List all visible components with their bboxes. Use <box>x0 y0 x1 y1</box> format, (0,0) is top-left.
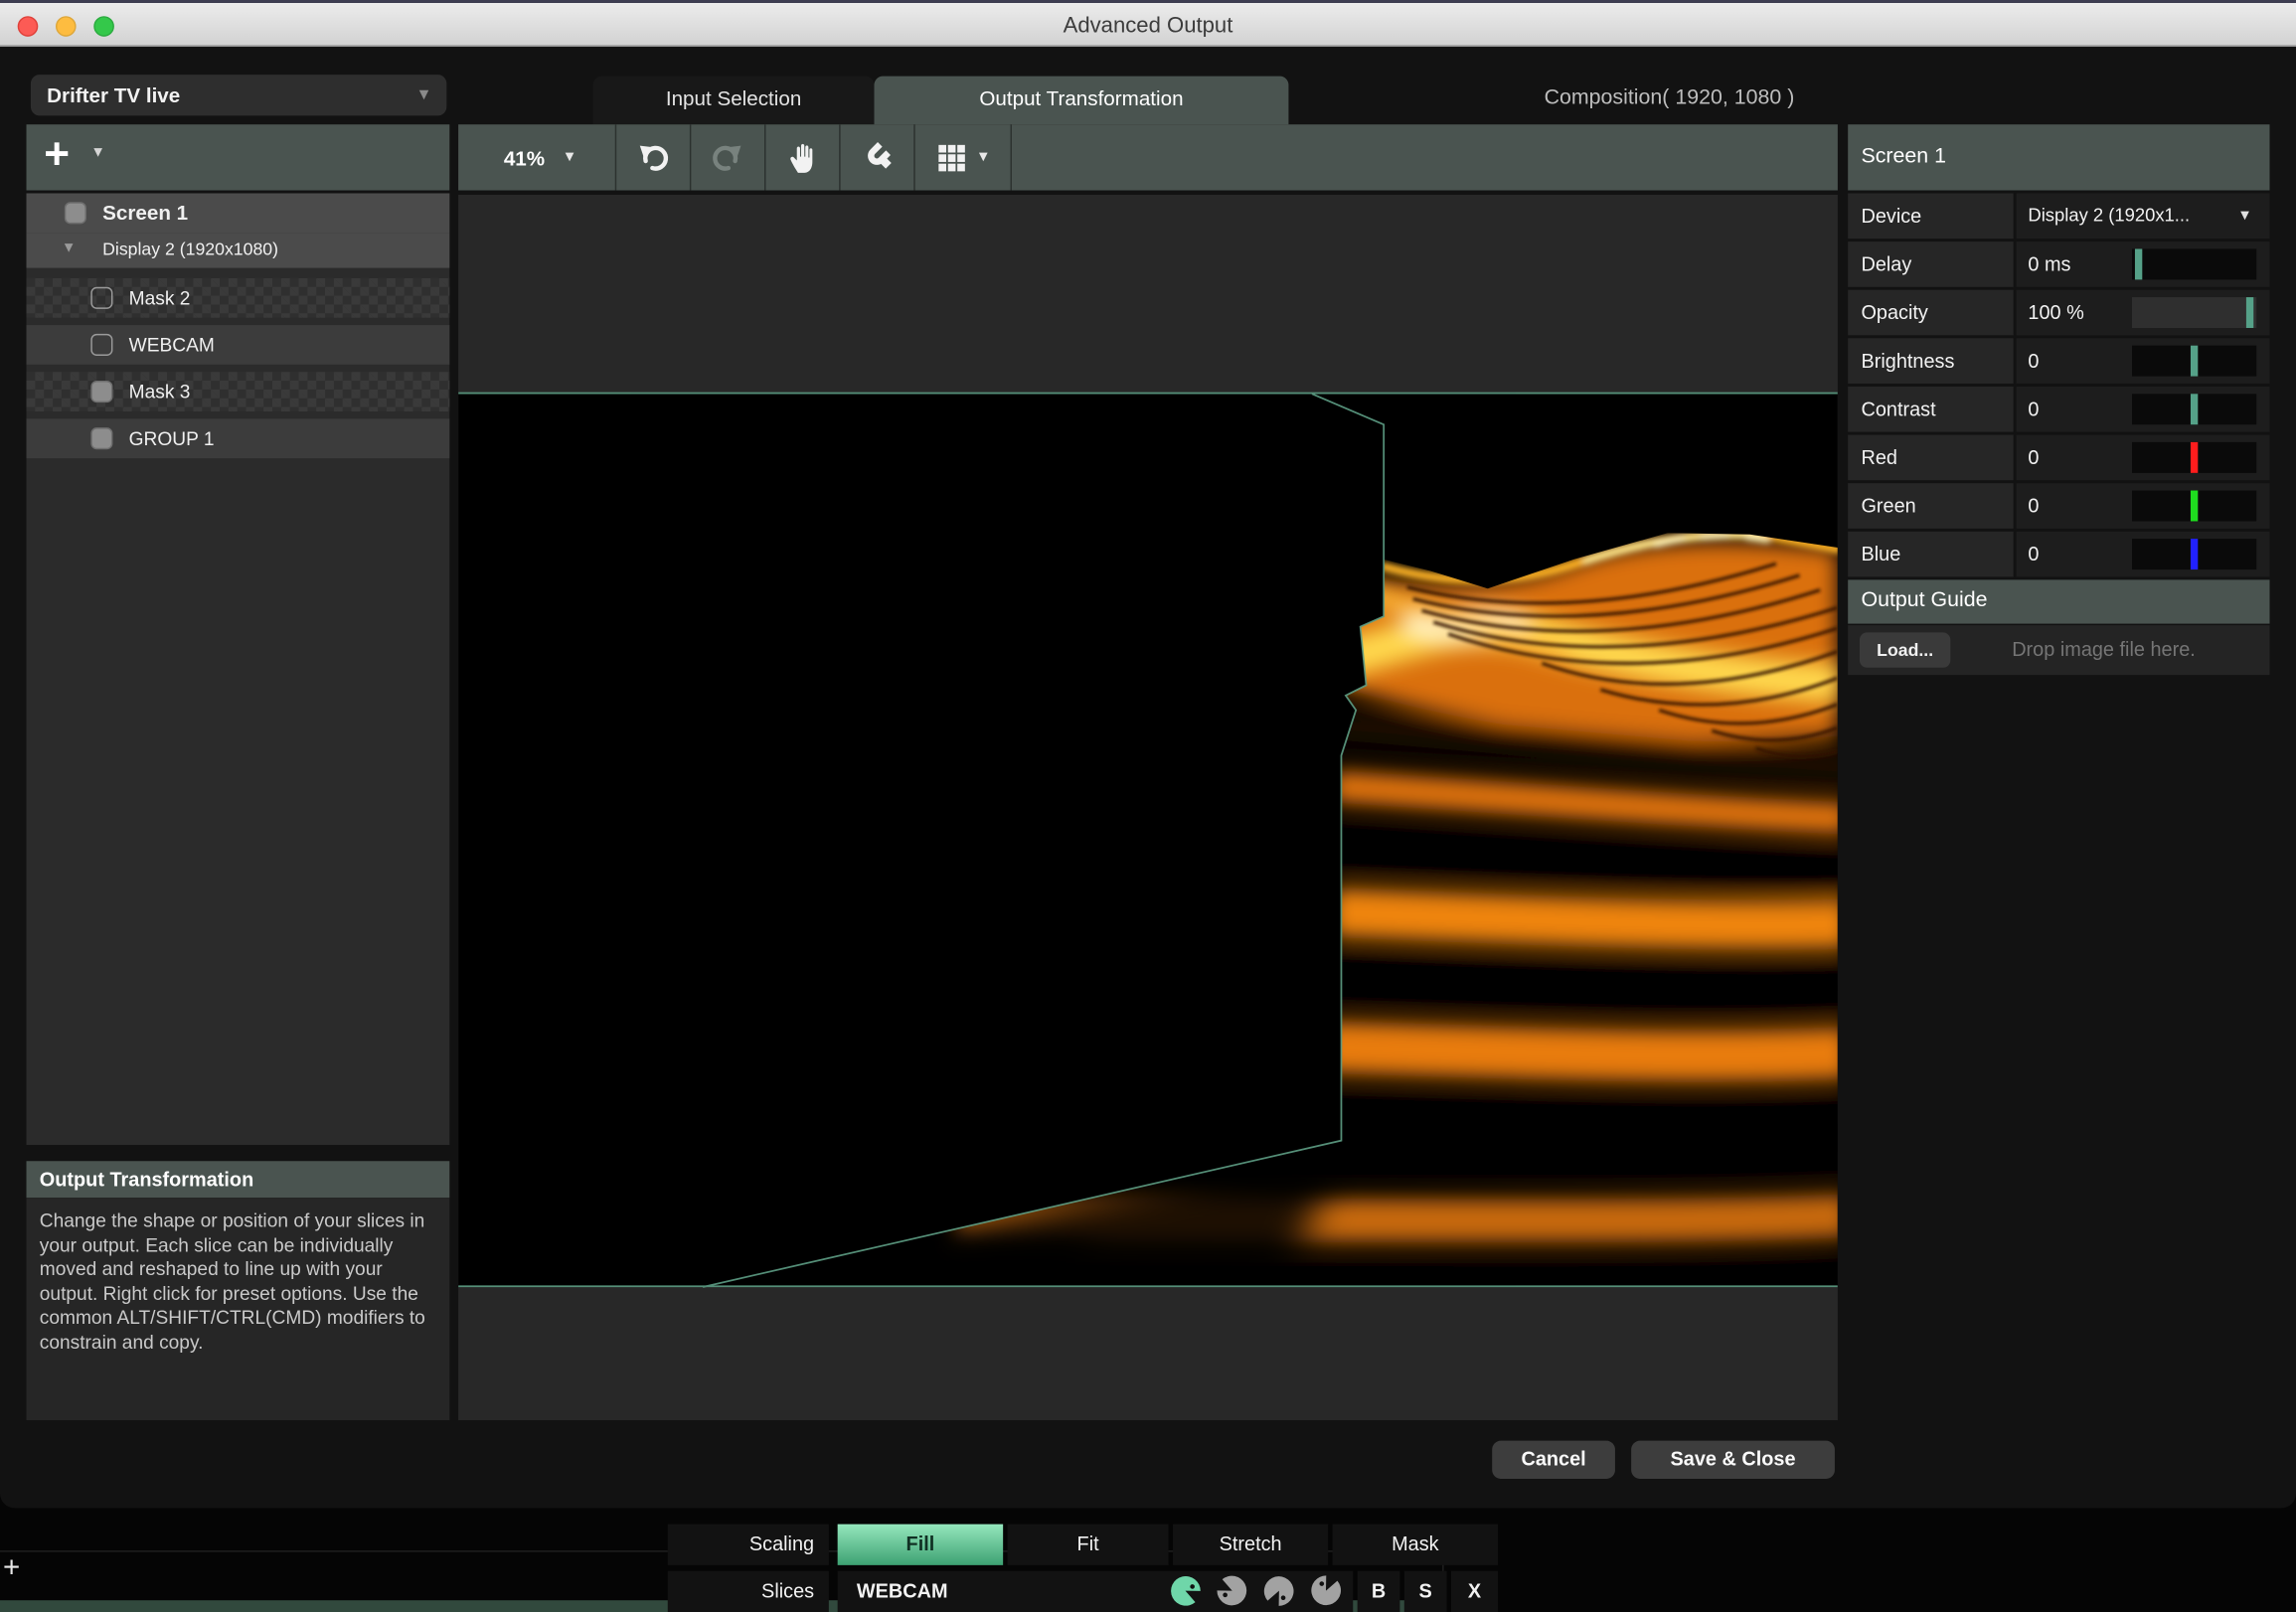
screen: Advanced Output Drifter TV live Input Se… <box>0 0 2296 1612</box>
property-row-contrast: Contrast 0 <box>1848 387 2269 432</box>
advanced-output-dialog: Drifter TV live Input Selection Output T… <box>0 47 2296 1508</box>
preset-dropdown-value: Drifter TV live <box>47 83 180 107</box>
tree-item-mask-2[interactable]: Mask 2 <box>27 278 450 318</box>
add-button[interactable]: + <box>44 130 70 180</box>
tree-item-webcam[interactable]: WEBCAM <box>27 325 450 365</box>
pan-hand-icon <box>786 140 818 175</box>
green-slider[interactable] <box>2132 491 2256 522</box>
property-row-device: Device Display 2 (1920x1... <box>1848 193 2269 239</box>
load-button[interactable]: Load... <box>1860 632 1950 667</box>
slice-name-cell[interactable]: WEBCAM <box>838 1571 1354 1612</box>
scaling-option-fill[interactable]: Fill <box>838 1525 1003 1565</box>
chevron-down-icon <box>976 149 991 165</box>
opacity-slider[interactable] <box>2132 297 2256 328</box>
solo-button[interactable]: S <box>1404 1571 1447 1612</box>
orientation-pacman-left-icon[interactable] <box>1212 1570 1252 1611</box>
checkbox-mask-2[interactable] <box>90 287 112 309</box>
slice-list-toolbar: + <box>27 124 450 190</box>
undo-icon <box>635 140 670 175</box>
chevron-down-icon <box>2237 193 2252 239</box>
tab-output-transformation[interactable]: Output Transformation <box>875 77 1289 125</box>
orientation-pacman-right-icon[interactable] <box>1165 1570 1206 1611</box>
property-row-opacity: Opacity 100 % <box>1848 290 2269 336</box>
scaling-option-stretch[interactable]: Stretch <box>1173 1525 1328 1565</box>
snap-tool-button[interactable] <box>841 124 915 190</box>
slider-handle[interactable] <box>2246 297 2253 328</box>
tree-item-screen-1[interactable]: Screen 1 <box>27 193 450 233</box>
help-panel-body: Change the shape or position of your sli… <box>27 1198 450 1420</box>
property-row-brightness: Brightness 0 <box>1848 338 2269 384</box>
bypass-button[interactable]: B <box>1358 1571 1400 1612</box>
slider-handle[interactable] <box>2135 248 2142 279</box>
help-panel: Output Transformation Change the shape o… <box>27 1161 450 1420</box>
snap-magnet-icon <box>860 140 895 175</box>
undo-button[interactable] <box>616 124 691 190</box>
property-row-red: Red 0 <box>1848 435 2269 481</box>
output-guide-row: Load... Drop image file here. <box>1848 625 2269 675</box>
canvas-toolbar: 41% <box>458 124 1838 190</box>
chevron-down-icon <box>563 149 577 165</box>
brightness-slider[interactable] <box>2132 346 2256 377</box>
zoom-level-value: 41% <box>504 146 545 170</box>
delete-button[interactable]: X <box>1451 1571 1498 1612</box>
delay-slider[interactable] <box>2132 248 2256 279</box>
scaling-option-fit[interactable]: Fit <box>1008 1525 1169 1565</box>
grid-icon <box>935 141 967 173</box>
checkbox-screen-1[interactable] <box>65 202 86 224</box>
add-dropdown-caret-icon[interactable] <box>90 145 105 161</box>
property-row-green: Green 0 <box>1848 483 2269 529</box>
window-titlebar: Advanced Output <box>0 0 2296 47</box>
preset-dropdown[interactable]: Drifter TV live <box>31 75 446 115</box>
slider-handle[interactable] <box>2191 442 2198 473</box>
property-row-delay: Delay 0 ms <box>1848 242 2269 287</box>
contrast-slider[interactable] <box>2132 394 2256 424</box>
composition-size-label: Composition( 1920, 1080 ) <box>1464 77 1875 120</box>
disclosure-triangle-icon[interactable]: ▼ <box>62 233 77 264</box>
checkbox-group-1[interactable] <box>90 427 112 449</box>
help-panel-title: Output Transformation <box>27 1161 450 1198</box>
slider-handle[interactable] <box>2191 346 2198 377</box>
redo-icon <box>711 140 745 175</box>
output-preview-art <box>458 195 1838 1420</box>
slider-handle[interactable] <box>2191 539 2198 569</box>
tree-item-group-1[interactable]: GROUP 1 <box>27 418 450 458</box>
cancel-button[interactable]: Cancel <box>1492 1441 1615 1479</box>
drop-image-hint: Drop image file here. <box>2012 625 2196 675</box>
orientation-pacman-up-icon[interactable] <box>1258 1570 1299 1611</box>
orientation-pacman-down-icon[interactable] <box>1305 1570 1346 1611</box>
redo-button[interactable] <box>691 124 765 190</box>
output-guide-header: Output Guide <box>1848 579 2269 623</box>
background-add-button[interactable]: + <box>3 1552 20 1586</box>
tree-item-display-2[interactable]: ▼ Display 2 (1920x1080) <box>27 233 450 267</box>
pan-tool-button[interactable] <box>765 124 840 190</box>
slider-handle[interactable] <box>2191 491 2198 522</box>
grid-options-button[interactable] <box>915 124 1012 190</box>
checkbox-webcam[interactable] <box>90 334 112 356</box>
property-row-blue: Blue 0 <box>1848 532 2269 577</box>
tree-item-mask-3[interactable]: Mask 3 <box>27 372 450 411</box>
tab-input-selection[interactable]: Input Selection <box>593 77 875 125</box>
device-dropdown[interactable]: Display 2 (1920x1... <box>2017 193 2270 239</box>
scaling-label: Scaling <box>668 1525 829 1565</box>
window-title: Advanced Output <box>0 3 2296 50</box>
chevron-down-icon <box>416 75 432 115</box>
properties-header: Screen 1 <box>1848 124 2269 190</box>
output-preview-canvas[interactable] <box>458 195 1838 1420</box>
red-slider[interactable] <box>2132 442 2256 473</box>
blue-slider[interactable] <box>2132 539 2256 569</box>
save-close-button[interactable]: Save & Close <box>1631 1441 1835 1479</box>
scaling-option-mask[interactable]: Mask <box>1333 1525 1498 1565</box>
zoom-level-dropdown[interactable]: 41% <box>465 124 616 190</box>
slider-handle[interactable] <box>2191 394 2198 424</box>
checkbox-mask-3[interactable] <box>90 381 112 403</box>
slice-orientation-icons <box>1170 1575 1341 1606</box>
screen-tree: Screen 1 ▼ Display 2 (1920x1080) Mask 2 … <box>27 193 450 1145</box>
slices-label: Slices <box>668 1571 829 1612</box>
